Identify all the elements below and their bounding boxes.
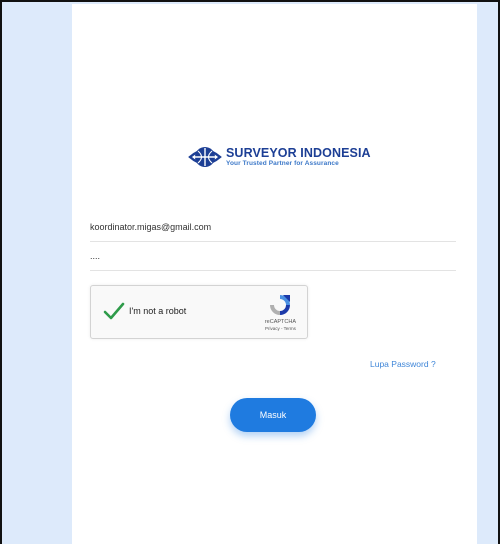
password-field-wrapper — [90, 245, 456, 271]
recaptcha-icon — [270, 295, 291, 315]
login-button[interactable]: Masuk — [230, 398, 316, 432]
password-field[interactable] — [90, 245, 456, 267]
checkmark-icon — [103, 302, 125, 320]
brand-name: SURVEYOR INDONESIA — [226, 146, 371, 160]
login-panel — [72, 4, 477, 546]
forgot-password-link[interactable]: Lupa Password ? — [370, 359, 436, 369]
brand-tagline: Your Trusted Partner for Assurance — [226, 159, 339, 167]
brand-logo: SURVEYOR INDONESIA Your Trusted Partner … — [188, 146, 371, 168]
recaptcha-brand: reCAPTCHA — [264, 319, 296, 325]
recaptcha-links[interactable]: Privacy - Terms — [265, 326, 296, 331]
recaptcha-checkbox[interactable] — [103, 302, 125, 325]
email-field-wrapper — [90, 216, 456, 242]
email-field[interactable] — [90, 216, 456, 238]
recaptcha-label: I'm not a robot — [129, 306, 187, 316]
page-frame — [0, 0, 500, 546]
recaptcha-widget: I'm not a robot reCAPTCHA Privacy - Term… — [90, 285, 308, 339]
recaptcha-logo: reCAPTCHA Privacy - Terms — [265, 293, 296, 331]
globe-logo-icon — [188, 147, 222, 167]
